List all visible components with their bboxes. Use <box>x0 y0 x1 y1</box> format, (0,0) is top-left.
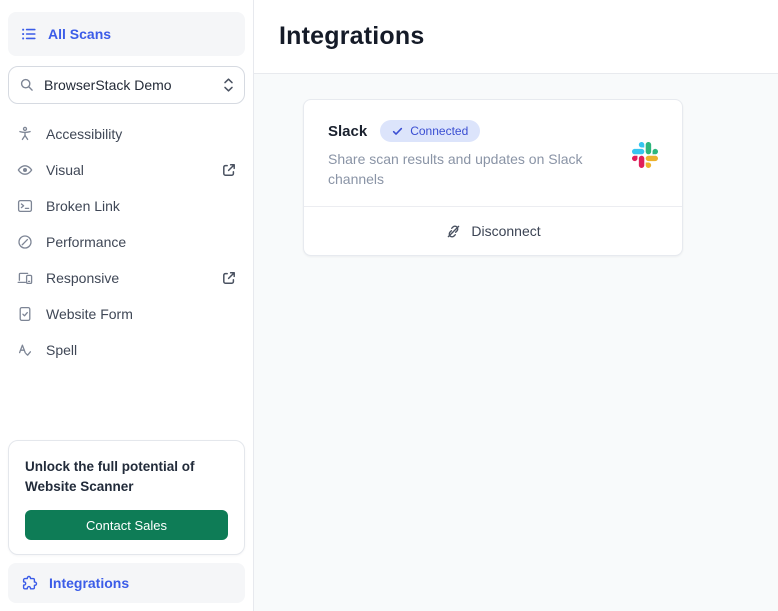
puzzle-icon <box>22 575 38 589</box>
sidebar-item-label: Responsive <box>46 270 120 286</box>
status-badge-label: Connected <box>410 124 469 138</box>
devices-icon <box>17 272 33 285</box>
main-header: Integrations <box>254 0 778 73</box>
sidebar-item-accessibility[interactable]: Accessibility <box>0 116 253 152</box>
list-icon <box>22 28 36 40</box>
sidebar-menu: Accessibility Visual Broken Link Perform… <box>0 116 253 368</box>
slack-logo-icon <box>632 141 658 168</box>
sidebar-item-label: Visual <box>46 162 84 178</box>
slack-integration-card: Slack Connected Share scan results and u… <box>303 99 683 256</box>
disconnect-label: Disconnect <box>471 223 541 239</box>
scan-selector[interactable]: BrowserStack Demo <box>8 66 245 104</box>
sidebar-item-label: All Scans <box>48 26 112 42</box>
website-scanner-app: All Scans BrowserStack Demo Accessibilit… <box>0 0 778 611</box>
spellcheck-icon <box>18 344 32 356</box>
integration-description: Share scan results and updates on Slack … <box>328 151 583 187</box>
scan-selector-value: BrowserStack Demo <box>44 77 172 93</box>
sidebar-item-website-form[interactable]: Website Form <box>0 296 253 332</box>
eye-icon <box>17 165 33 175</box>
sidebar-item-visual[interactable]: Visual <box>0 152 253 188</box>
external-link-icon[interactable] <box>221 162 237 178</box>
contact-sales-button[interactable]: Contact Sales <box>25 510 228 540</box>
upsell-message: Unlock the full potential of Website Sca… <box>25 458 195 494</box>
upsell-card: Unlock the full potential of Website Sca… <box>8 439 245 555</box>
sidebar-item-performance[interactable]: Performance <box>0 224 253 260</box>
sidebar-item-label: Accessibility <box>46 126 123 142</box>
check-icon <box>393 127 403 135</box>
accessibility-icon <box>19 126 31 141</box>
document-check-icon <box>19 306 31 322</box>
card-body: Slack Connected Share scan results and u… <box>304 100 682 206</box>
terminal-window-icon <box>17 199 33 213</box>
sidebar-item-spell[interactable]: Spell <box>0 332 253 368</box>
status-badge: Connected <box>380 120 481 142</box>
unlink-icon <box>448 225 460 237</box>
sidebar-item-responsive[interactable]: Responsive <box>0 260 253 296</box>
sidebar-item-integrations[interactable]: Integrations <box>8 563 245 603</box>
disconnect-button[interactable]: Disconnect <box>304 206 682 255</box>
sidebar-item-label: Integrations <box>49 575 130 591</box>
gauge-icon <box>18 235 32 249</box>
sidebar-item-all-scans[interactable]: All Scans <box>8 12 245 56</box>
sidebar-item-label: Performance <box>46 234 127 250</box>
sidebar: All Scans BrowserStack Demo Accessibilit… <box>0 0 254 611</box>
integration-name: Slack <box>328 122 368 140</box>
page-title: Integrations <box>279 22 425 50</box>
external-link-icon[interactable] <box>221 270 237 286</box>
sidebar-item-broken-link[interactable]: Broken Link <box>0 188 253 224</box>
main-area: Integrations Slack Connected Share scan … <box>254 0 778 611</box>
search-icon <box>20 78 33 91</box>
card-info: Slack Connected Share scan results and u… <box>328 120 622 189</box>
sidebar-item-label: Broken Link <box>46 198 120 214</box>
card-title-row: Slack Connected <box>328 120 622 142</box>
sidebar-item-label: Spell <box>46 342 78 358</box>
integrations-content: Slack Connected Share scan results and u… <box>254 73 778 611</box>
up-down-chevrons-icon[interactable] <box>223 77 234 93</box>
sidebar-item-label: Website Form <box>46 306 133 322</box>
